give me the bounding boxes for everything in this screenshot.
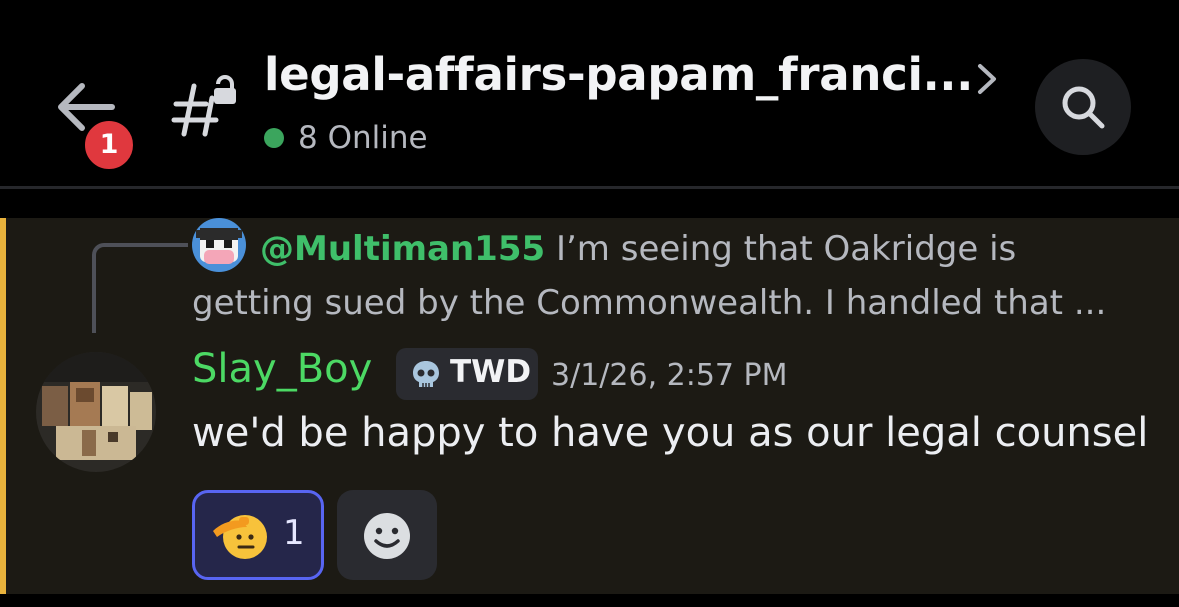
chevron-right-icon[interactable] bbox=[972, 62, 1002, 96]
avatar[interactable] bbox=[36, 352, 156, 472]
message[interactable]: @Multiman155 I’m seeing that Oakridge is… bbox=[0, 218, 1179, 594]
reply-mention[interactable]: @Multiman155 bbox=[260, 229, 545, 269]
smiley-add-reaction-icon bbox=[364, 513, 410, 559]
mention-highlight-bar bbox=[0, 218, 6, 594]
reply-avatar[interactable] bbox=[192, 218, 246, 272]
search-button[interactable] bbox=[1035, 59, 1131, 155]
locked-text-channel-icon bbox=[170, 72, 240, 142]
online-count: 8 Online bbox=[298, 120, 428, 156]
reaction-count: 1 bbox=[283, 513, 305, 553]
reply-preview[interactable]: @Multiman155 I’m seeing that Oakridge is… bbox=[192, 222, 1142, 330]
channel-header: 1 legal-affairs-papam_franci... 8 Online bbox=[0, 0, 1179, 187]
back-button[interactable]: 1 bbox=[48, 72, 138, 174]
reply-connector bbox=[92, 243, 188, 333]
add-reaction-button[interactable] bbox=[337, 490, 437, 580]
server-tag-label: TWD bbox=[450, 354, 532, 390]
header-divider bbox=[0, 186, 1179, 189]
reaction-saluting-face[interactable]: 1 bbox=[192, 490, 324, 580]
notification-badge: 1 bbox=[80, 116, 138, 174]
channel-title[interactable]: legal-affairs-papam_franci... bbox=[264, 48, 973, 101]
skull-icon bbox=[413, 361, 439, 387]
timestamp: 3/1/26, 2:57 PM bbox=[551, 358, 788, 393]
online-status: 8 Online bbox=[264, 118, 428, 158]
server-tag[interactable]: TWD bbox=[396, 348, 538, 400]
search-icon bbox=[1062, 86, 1105, 129]
message-content: we'd be happy to have you as our legal c… bbox=[192, 410, 1149, 456]
author-name[interactable]: Slay_Boy bbox=[192, 346, 372, 392]
online-dot-icon bbox=[264, 128, 284, 148]
saluting-face-icon bbox=[213, 515, 267, 559]
